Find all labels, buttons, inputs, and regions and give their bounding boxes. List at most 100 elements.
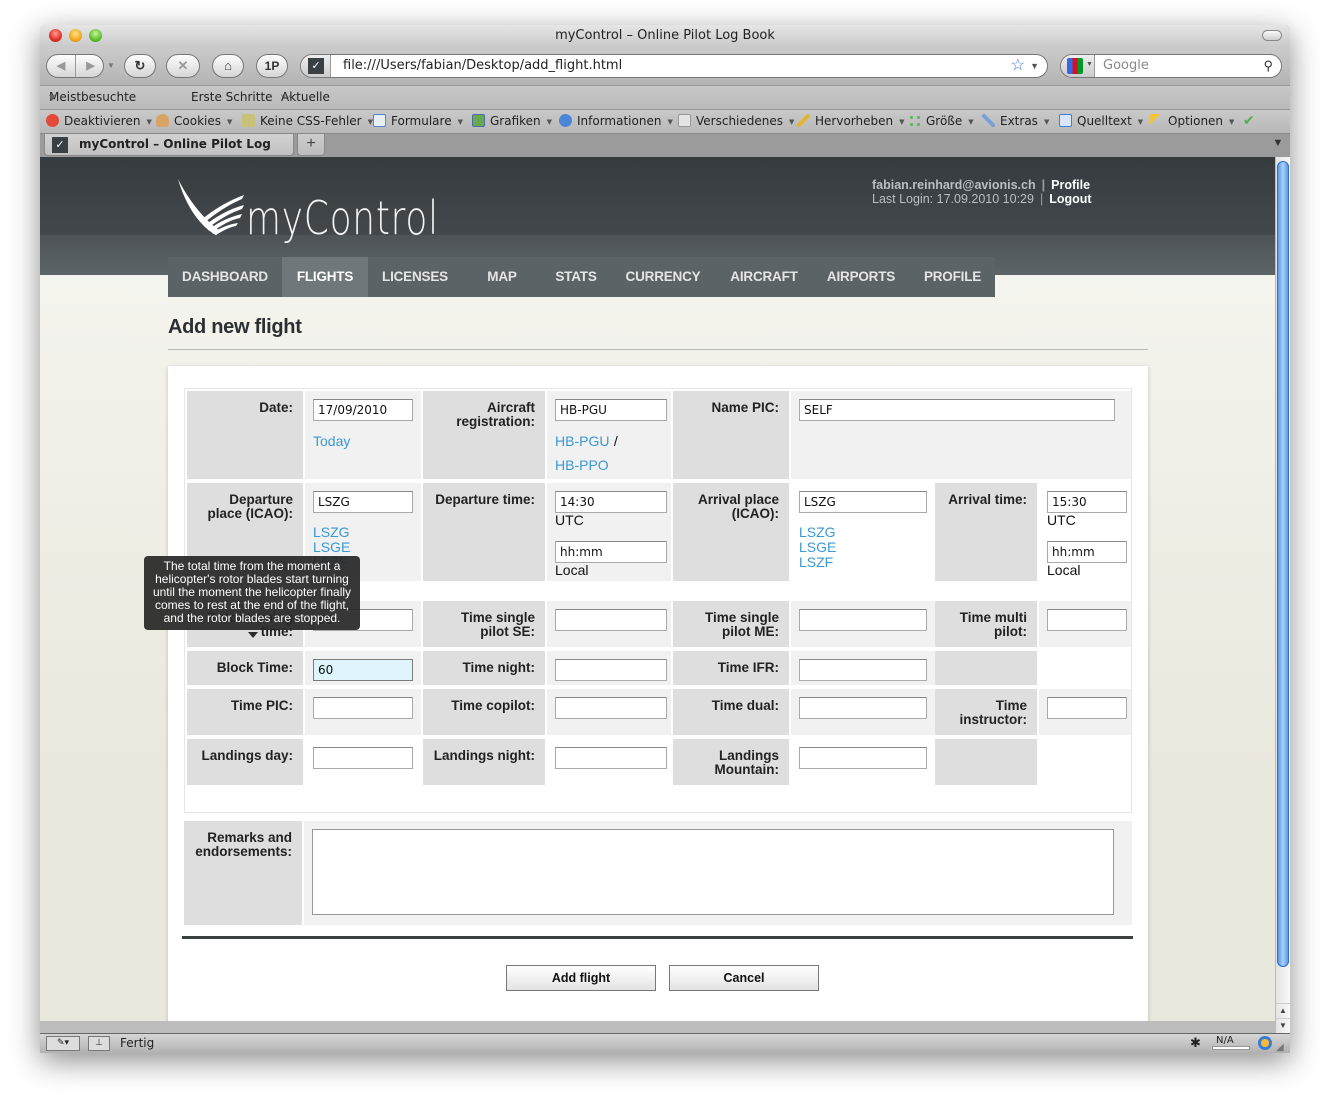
dev-tools-menu[interactable]: Extras ▼ xyxy=(982,110,1049,134)
dev-disable-menu[interactable]: Deaktivieren ▼ xyxy=(46,110,152,134)
time-instructor-input[interactable] xyxy=(1047,697,1127,719)
departure-suggestion-lszg[interactable]: LSZG xyxy=(313,524,350,540)
dev-resize-menu[interactable]: Größe ▼ xyxy=(908,110,974,134)
search-input[interactable]: Google xyxy=(1103,55,1149,77)
resize-grip-icon[interactable]: ◢ xyxy=(1276,1038,1284,1053)
search-bar[interactable]: ▼ Google ⚲ xyxy=(1060,54,1282,78)
landings-day-cell xyxy=(305,739,421,785)
dev-cookies-menu[interactable]: Cookies ▼ xyxy=(156,110,232,134)
label-text: Arrival time: xyxy=(948,492,1027,507)
arrival-time-utc-input[interactable]: 15:30 xyxy=(1047,491,1127,513)
dev-images-menu[interactable]: Grafiken ▼ xyxy=(472,110,552,134)
time-night-label: Time night: xyxy=(423,651,545,685)
time-ifr-input[interactable] xyxy=(799,659,927,681)
cancel-button[interactable]: Cancel xyxy=(669,965,819,991)
tab-mycontrol[interactable]: ✓ myControl – Online Pilot Log Book xyxy=(44,134,294,172)
arrival-time-local-input[interactable]: hh:mm xyxy=(1047,541,1127,563)
dev-source-menu[interactable]: Quelltext ▼ xyxy=(1059,110,1143,134)
stop-button[interactable]: ✕ xyxy=(166,54,200,78)
zoom-window-button[interactable] xyxy=(89,29,102,42)
history-dropdown-icon[interactable]: ▼ xyxy=(107,61,115,70)
bookmark-getting-started[interactable]: Erste Schritte xyxy=(191,86,273,109)
aircraft-suggestion-hb-pgu[interactable]: HB-PGU xyxy=(555,433,609,449)
update-icon[interactable] xyxy=(1258,1036,1272,1050)
forward-button[interactable]: ▶ xyxy=(76,55,105,77)
nav-dashboard[interactable]: DASHBOARD xyxy=(168,257,282,297)
dev-options-menu[interactable]: Optionen ▼ xyxy=(1150,110,1234,134)
vertical-scrollbar[interactable]: ▲ ▼ xyxy=(1275,157,1290,1033)
date-input[interactable]: 17/09/2010 xyxy=(313,399,413,421)
departure-suggestion-lsge[interactable]: LSGE xyxy=(313,539,350,555)
arrival-place-input[interactable]: LSZG xyxy=(799,491,927,513)
single-pilot-se-input[interactable] xyxy=(555,609,667,631)
dev-information-menu[interactable]: Informationen ▼ xyxy=(559,110,673,134)
multi-pilot-input[interactable] xyxy=(1047,609,1127,631)
minimize-window-button[interactable] xyxy=(69,29,82,42)
inspect-tool-icon[interactable]: ✎▾ xyxy=(46,1036,80,1051)
label-text: pilot SE: xyxy=(480,624,535,639)
tab-list-icon[interactable]: ▼ xyxy=(1270,137,1286,153)
time-copilot-input[interactable] xyxy=(555,697,667,719)
new-tab-button[interactable]: + xyxy=(297,134,325,156)
home-button[interactable]: ⌂ xyxy=(212,54,244,78)
name-pic-input[interactable]: SELF xyxy=(799,399,1115,421)
scroll-down-arrow[interactable]: ▼ xyxy=(1276,1018,1290,1032)
nav-stats[interactable]: STATS xyxy=(542,257,610,297)
site-logo[interactable]: myControl xyxy=(246,191,439,245)
validation-ok-icon[interactable]: ✔ xyxy=(1243,110,1255,133)
time-dual-label: Time dual: xyxy=(673,689,789,735)
label-text: Departure time: xyxy=(435,492,535,507)
landings-night-input[interactable] xyxy=(555,747,667,769)
nav-map[interactable]: MAP xyxy=(462,257,542,297)
toolbar-toggle-button[interactable] xyxy=(1262,30,1282,41)
time-dual-input[interactable] xyxy=(799,697,927,719)
scrollbar-thumb[interactable] xyxy=(1277,161,1289,967)
add-flight-button[interactable]: Add flight xyxy=(506,965,656,991)
nav-aircraft[interactable]: AIRCRAFT xyxy=(716,257,812,297)
departure-place-input[interactable]: LSZG xyxy=(313,491,413,513)
url-dropdown-icon[interactable]: ▼ xyxy=(1030,55,1039,77)
site-identity-button[interactable]: ✓ xyxy=(301,55,331,77)
search-icon[interactable]: ⚲ xyxy=(1263,55,1273,77)
landings-mountain-input[interactable] xyxy=(799,747,927,769)
dev-misc-menu[interactable]: Verschiedenes ▼ xyxy=(678,110,794,134)
nav-currency[interactable]: CURRENCY xyxy=(610,257,716,297)
aircraft-suggestion-hb-ppo[interactable]: HB-PPO xyxy=(555,457,609,473)
back-button[interactable]: ◀ xyxy=(47,55,76,77)
profile-link[interactable]: Profile xyxy=(1051,178,1090,192)
logout-link[interactable]: Logout xyxy=(1049,192,1091,206)
today-link[interactable]: Today xyxy=(313,433,350,449)
url-text[interactable]: file:///Users/fabian/Desktop/add_flight.… xyxy=(343,55,622,77)
dev-css-menu[interactable]: Keine CSS-Fehler ▼ xyxy=(242,110,373,134)
time-night-input[interactable] xyxy=(555,659,667,681)
arrival-suggestion-lsge[interactable]: LSGE xyxy=(799,539,836,555)
ruler-icon[interactable]: ⊥ xyxy=(88,1036,110,1051)
dev-outline-menu[interactable]: Hervorheben ▼ xyxy=(797,110,905,134)
arrival-place-label: Arrival place (ICAO): xyxy=(673,483,789,581)
reload-button[interactable]: ↻ xyxy=(124,54,156,78)
remarks-textarea[interactable] xyxy=(312,829,1114,915)
arrival-time-label: Arrival time: xyxy=(935,483,1037,581)
landings-day-input[interactable] xyxy=(313,747,413,769)
nav-flights[interactable]: FLIGHTS xyxy=(282,257,368,297)
nav-licenses[interactable]: LICENSES xyxy=(368,257,462,297)
arrival-suggestion-lszg[interactable]: LSZG xyxy=(799,524,836,540)
departure-time-utc-input[interactable]: 14:30 xyxy=(555,491,667,513)
scroll-up-arrow[interactable]: ▲ xyxy=(1276,1003,1290,1017)
firebug-icon[interactable]: ✱ xyxy=(1190,1034,1201,1053)
dev-forms-menu[interactable]: Formulare ▼ xyxy=(373,110,463,134)
arrival-suggestion-lszf[interactable]: LSZF xyxy=(799,554,833,570)
aircraft-registration-input[interactable]: HB-PGU xyxy=(555,399,667,421)
address-bar[interactable]: ✓ file:///Users/fabian/Desktop/add_fligh… xyxy=(300,54,1048,78)
date-label: Date: xyxy=(187,391,303,479)
nav-profile[interactable]: PROFILE xyxy=(910,257,995,297)
time-pic-input[interactable] xyxy=(313,697,413,719)
departure-time-local-input[interactable]: hh:mm xyxy=(555,541,667,563)
nav-airports[interactable]: AIRPORTS xyxy=(812,257,910,297)
block-time-input[interactable]: 60 xyxy=(313,659,413,681)
single-pilot-me-input[interactable] xyxy=(799,609,927,631)
bookmark-star-icon[interactable]: ☆ xyxy=(1011,55,1025,77)
onepassword-button[interactable]: 1P xyxy=(256,54,288,78)
close-window-button[interactable] xyxy=(49,29,62,42)
search-engine-selector[interactable]: ▼ xyxy=(1061,55,1095,77)
